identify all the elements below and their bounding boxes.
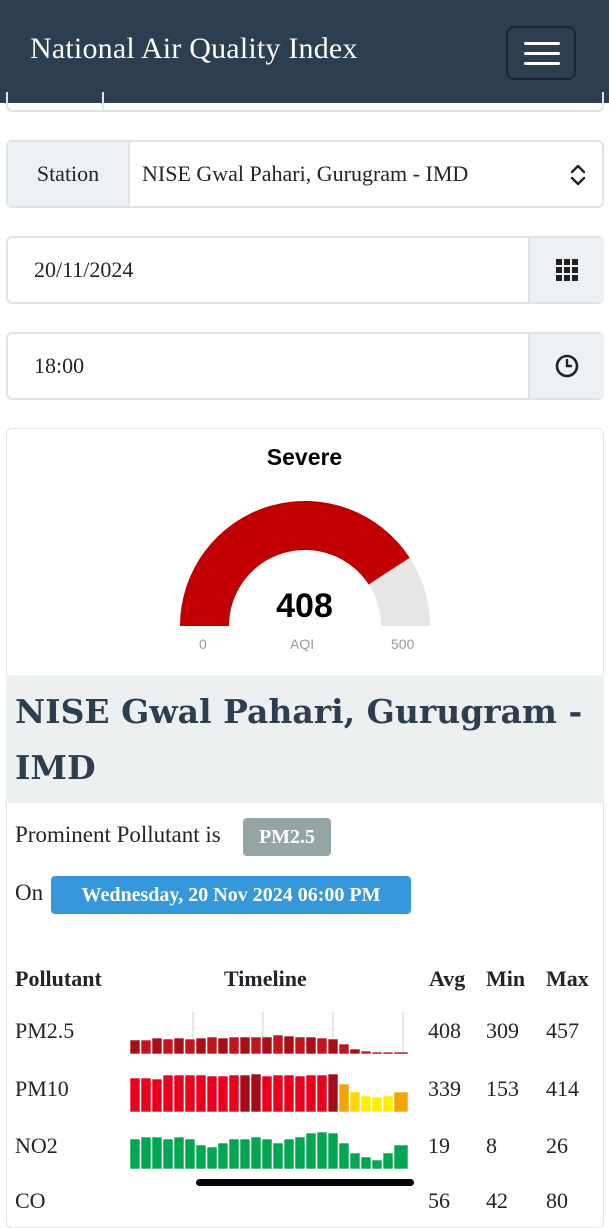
pm10-bars [129,1073,409,1113]
station-select-value[interactable]: NISE Gwal Pahari, Gurugram - IMD [142,142,468,206]
pm10-max: 414 [546,1076,579,1101]
hamburger-icon-middle [524,52,560,55]
chevron-updown-icon [570,164,586,186]
co-avg: 56 [428,1188,450,1213]
pm25-bars [129,1034,409,1055]
gauge-unit-label: AQI [290,636,315,652]
col-timeline: Timeline [224,966,307,991]
station-select[interactable]: Station NISE Gwal Pahari, Gurugram - IMD [6,140,604,208]
pm25-avg: 408 [428,1018,461,1043]
col-pollutant: Pollutant [15,966,102,991]
no2-bars [129,1131,409,1170]
pm10-timeline-sparkline [129,1073,409,1113]
station-label: Station [8,142,130,206]
time-input[interactable]: 18:00 [6,332,604,400]
menu-toggle-button[interactable] [506,26,576,80]
time-input-value[interactable]: 18:00 [34,334,84,398]
date-input-value[interactable]: 20/11/2024 [34,238,133,302]
no2-timeline-sparkline [129,1131,409,1170]
calendar-button[interactable] [528,238,604,302]
station-heading: NISE Gwal Pahari, Gurugram - IMD [15,692,583,787]
aqi-value: 408 [276,587,333,625]
pm25-min: 309 [486,1018,519,1043]
partial-select-field[interactable] [6,92,604,112]
navbar: National Air Quality Index [0,0,609,103]
pm10-avg: 339 [428,1076,461,1101]
clock-icon [555,354,579,378]
hamburger-icon [524,42,560,45]
pollutant-name: CO [15,1188,46,1213]
pm25-max: 457 [546,1018,579,1043]
no2-min: 8 [486,1133,497,1158]
aqi-category: Severe [266,444,343,470]
prominent-pollutant-badge: PM2.5 [243,818,331,856]
col-min: Min [486,966,526,991]
hamburger-icon-bottom [524,62,560,65]
col-avg: Avg [429,966,466,991]
calendar-grid-icon [556,259,578,281]
timestamp-badge: Wednesday, 20 Nov 2024 06:00 PM [51,876,411,914]
date-input[interactable]: 20/11/2024 [6,236,604,304]
col-max: Max [546,966,589,991]
prominent-pollutant-text: Prominent Pollutant is [15,822,221,847]
gauge-min-label: 0 [199,636,207,652]
gauge-max-label: 500 [391,636,415,652]
navbar-brand[interactable]: National Air Quality Index [30,32,358,66]
pm10-min: 153 [486,1076,519,1101]
co-min: 42 [486,1188,508,1213]
pollutant-name: PM2.5 [15,1018,75,1043]
timestamp-prefix: On [15,880,44,905]
pollutant-name: NO2 [15,1133,58,1158]
home-indicator[interactable] [196,1179,414,1186]
no2-max: 26 [546,1133,568,1158]
pollutant-name: PM10 [15,1076,69,1101]
pm25-timeline-sparkline [129,1012,409,1055]
co-max: 80 [546,1188,568,1213]
clock-button[interactable] [528,334,604,398]
no2-avg: 19 [428,1133,450,1158]
